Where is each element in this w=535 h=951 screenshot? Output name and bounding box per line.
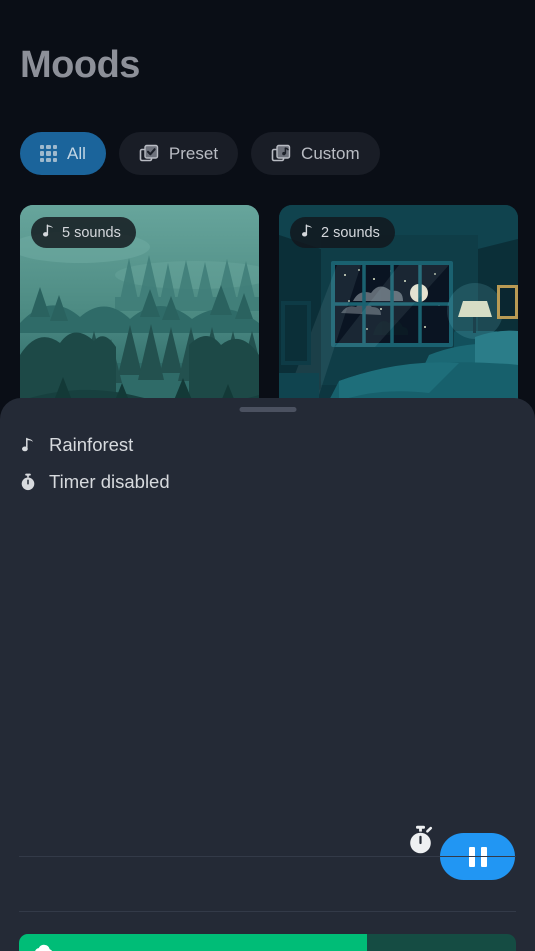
mood-card-forest[interactable]: 5 sounds — [20, 205, 259, 420]
filter-chip-preset[interactable]: Preset — [118, 132, 239, 175]
now-playing-title: Rainforest — [49, 434, 134, 455]
grid-icon — [40, 145, 57, 162]
filter-chip-custom-label: Custom — [301, 143, 360, 163]
filter-chip-all[interactable]: All — [20, 132, 106, 175]
filter-chip-all-label: All — [67, 143, 86, 163]
slider-fill — [19, 934, 367, 951]
stopwatch-icon — [407, 825, 434, 860]
now-playing-title-row: Rainforest — [19, 431, 170, 459]
player-bottom-sheet: Rainforest Timer disabled — [0, 398, 535, 951]
music-note-stack-icon — [271, 144, 291, 164]
timer-status-label: Timer disabled — [49, 471, 170, 492]
sound-count-badge: 5 sounds — [31, 217, 136, 248]
checkbox-stack-icon — [139, 144, 159, 164]
sound-count-label: 2 sounds — [321, 224, 380, 241]
music-note-icon — [43, 224, 54, 242]
filter-chip-group: All Preset Custom — [20, 132, 380, 175]
sound-mixer-list — [19, 934, 516, 951]
rain-cloud-icon — [31, 942, 57, 951]
sheet-divider-bottom — [19, 856, 516, 857]
filter-chip-preset-label: Preset — [168, 143, 219, 163]
page-title: Moods — [20, 44, 140, 86]
now-playing-info: Rainforest Timer disabled — [19, 431, 170, 496]
stopwatch-icon — [19, 473, 37, 491]
sound-count-label: 5 sounds — [62, 224, 121, 241]
sound-count-badge: 2 sounds — [290, 217, 395, 248]
sound-slider-rain[interactable] — [19, 934, 516, 951]
timer-status-row: Timer disabled — [19, 468, 170, 496]
music-note-icon — [19, 437, 37, 453]
sheet-drag-handle[interactable] — [239, 407, 296, 412]
mood-card-bedroom[interactable]: 2 sounds — [279, 205, 518, 420]
moods-screen: Moods All Preset Custom 5 sounds 2 sound… — [0, 0, 535, 951]
sheet-divider-top — [19, 911, 516, 912]
filter-chip-custom[interactable]: Custom — [251, 132, 380, 175]
mood-card-list: 5 sounds 2 sounds — [20, 205, 518, 420]
timer-button[interactable] — [403, 825, 437, 859]
music-note-icon — [302, 224, 313, 242]
